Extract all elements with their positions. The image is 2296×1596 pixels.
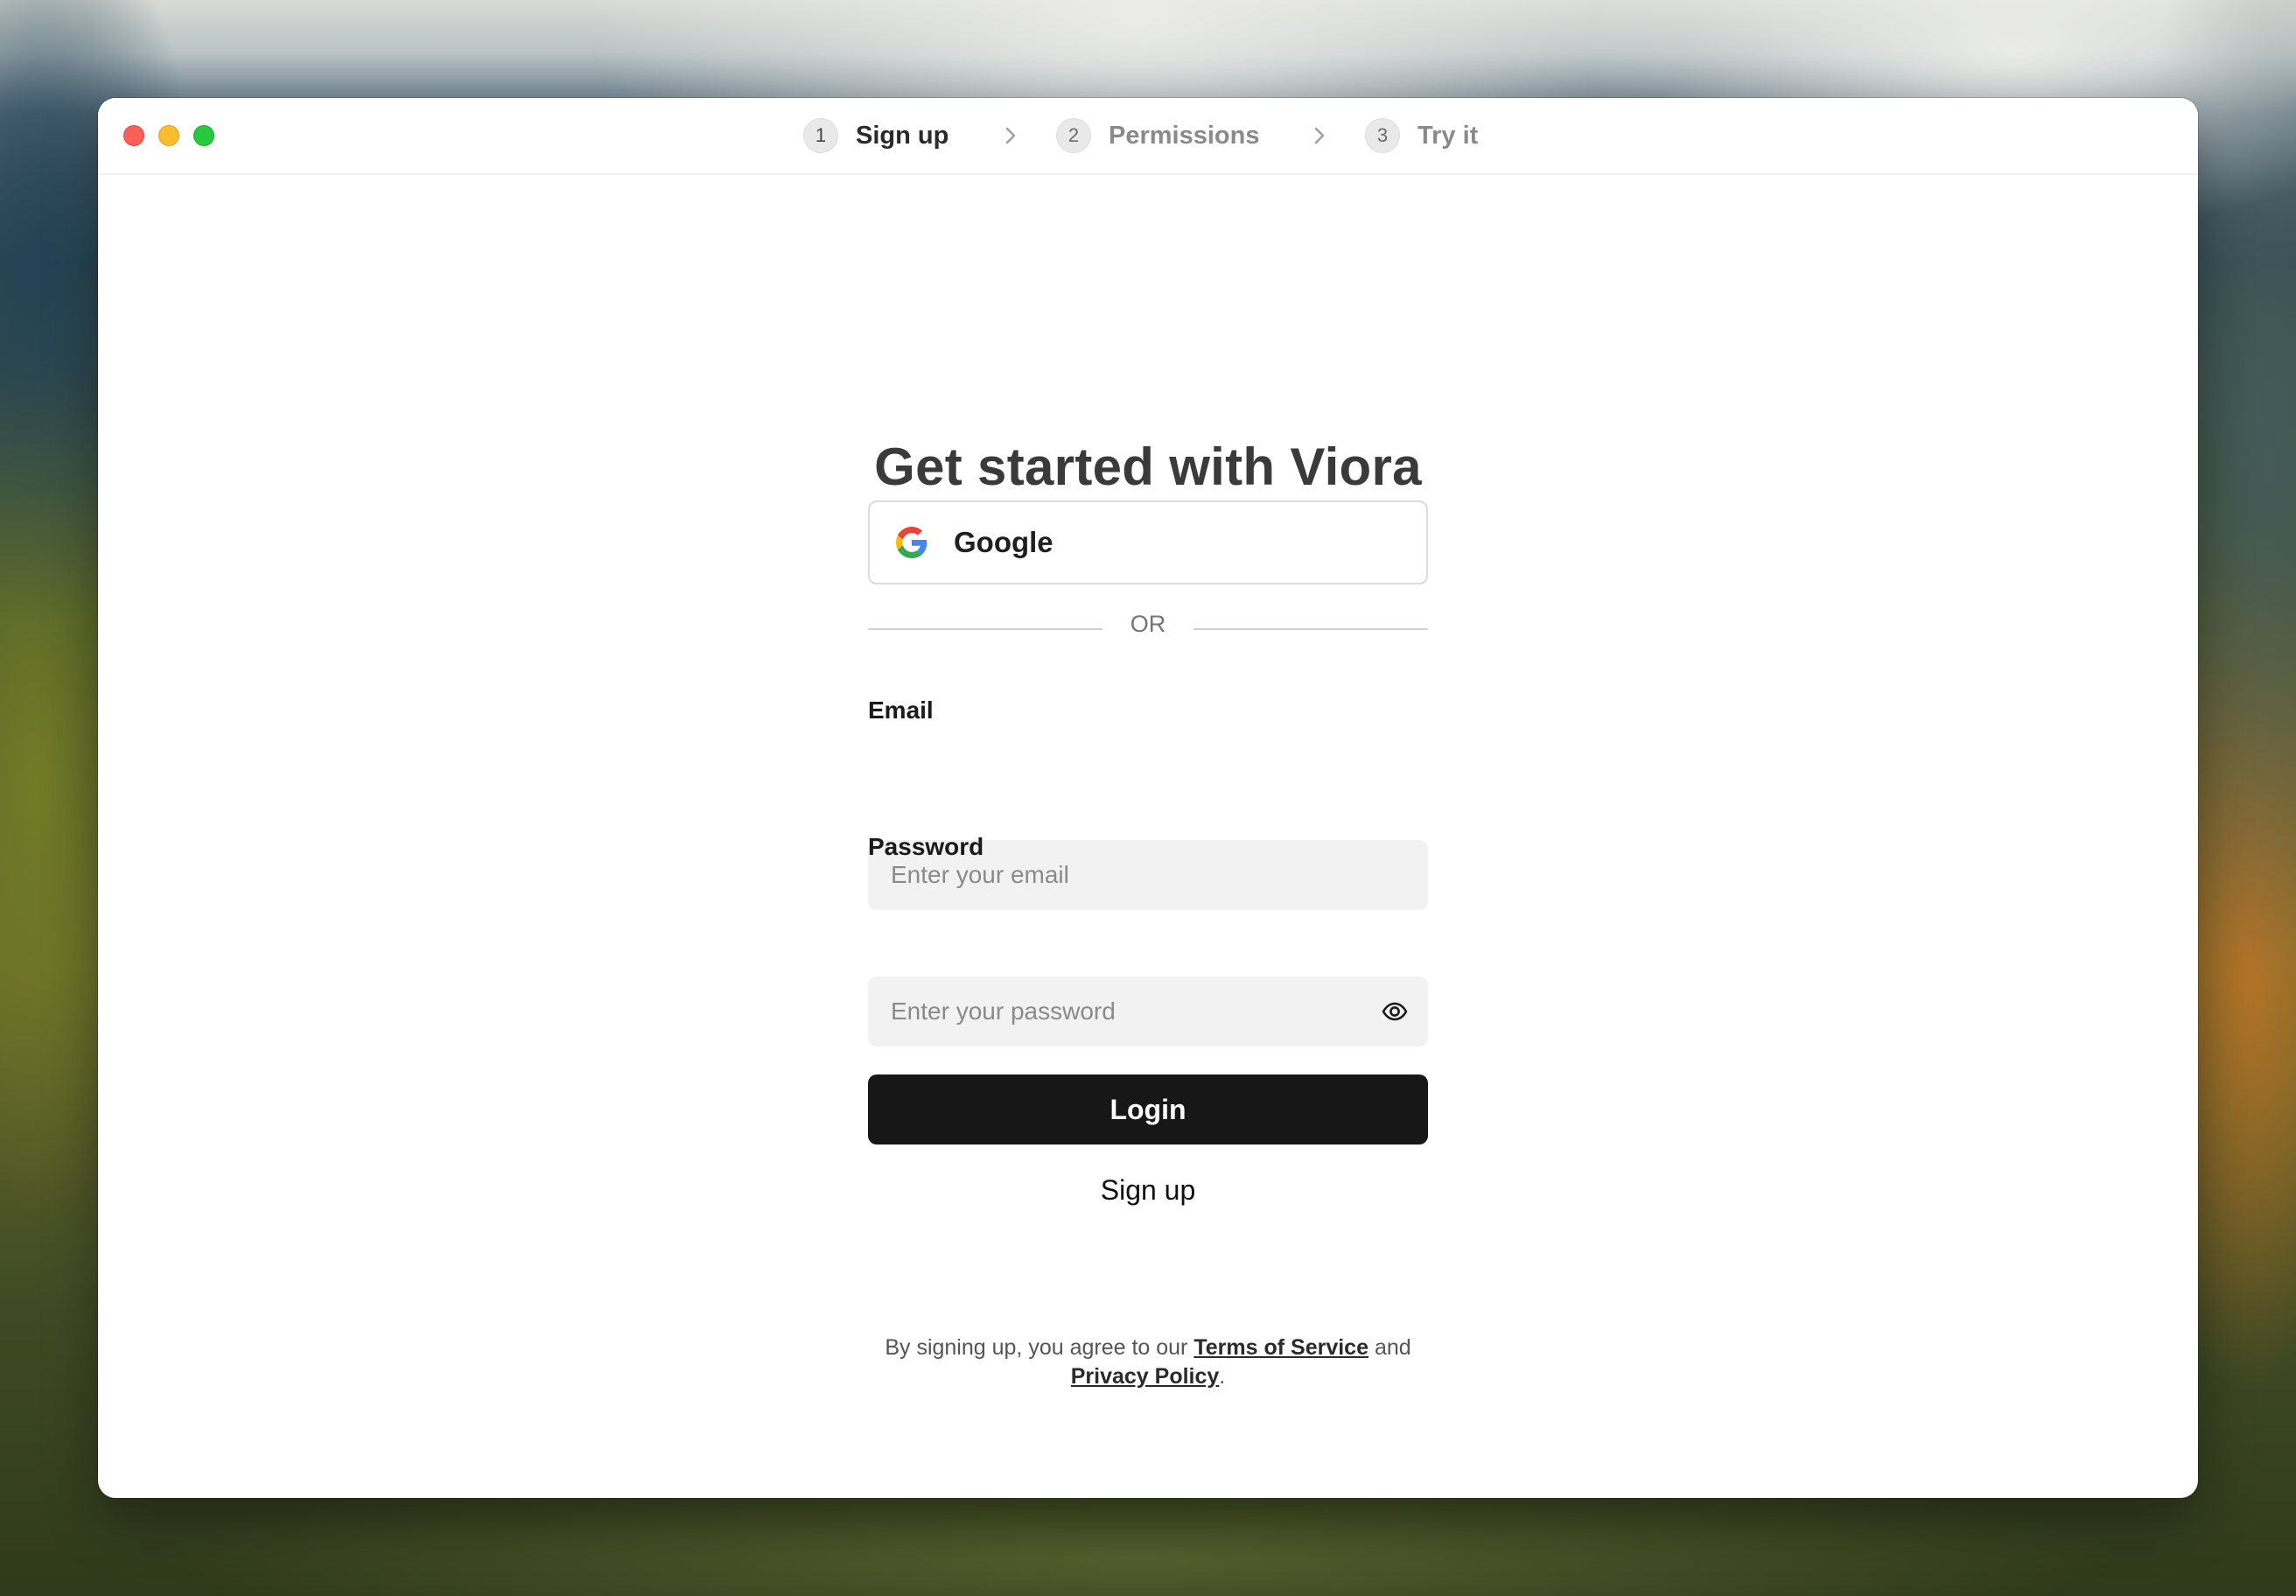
privacy-policy-link[interactable]: Privacy Policy	[1071, 1364, 1220, 1389]
legal-notice: By signing up, you agree to our Terms of…	[868, 1334, 1428, 1391]
page-title: Get started with Viora	[874, 438, 1422, 496]
legal-conjunction: and	[1374, 1335, 1411, 1360]
eye-icon	[1382, 1002, 1408, 1021]
email-label: Email	[868, 696, 934, 724]
step-label: Permissions	[1109, 121, 1260, 150]
legal-suffix: .	[1219, 1364, 1226, 1389]
google-button-label: Google	[954, 526, 1054, 558]
step-label: Sign up	[856, 121, 949, 150]
onboarding-stepper: 1 Sign up 2 Permissions 3 Try it	[98, 117, 2198, 154]
password-field[interactable]	[868, 976, 1428, 1046]
step-number: 3	[1365, 118, 1400, 153]
google-icon	[896, 527, 928, 558]
chevron-right-icon	[1005, 127, 1016, 144]
step-permissions: 2 Permissions	[1056, 117, 1259, 154]
step-number: 2	[1056, 118, 1091, 153]
step-sign-up: 1 Sign up	[803, 117, 948, 154]
app-window: 1 Sign up 2 Permissions 3 Try it Get sta…	[98, 98, 2198, 1498]
sign-up-button[interactable]: Sign up	[868, 1164, 1428, 1216]
step-label: Try it	[1418, 121, 1479, 150]
step-number: 1	[803, 118, 838, 153]
legal-prefix: By signing up, you agree to our	[885, 1335, 1188, 1360]
or-divider: OR	[868, 609, 1428, 648]
signup-form: Get started with Viora Google OR Email P…	[98, 173, 2198, 1498]
google-sign-in-button[interactable]: Google	[868, 500, 1428, 584]
divider-text: OR	[1130, 611, 1166, 637]
login-button[interactable]: Login	[868, 1074, 1428, 1144]
title-bar: 1 Sign up 2 Permissions 3 Try it	[98, 98, 2198, 175]
password-label: Password	[868, 833, 984, 860]
step-try-it: 3 Try it	[1365, 117, 1478, 154]
show-password-toggle[interactable]	[1377, 994, 1412, 1029]
terms-of-service-link[interactable]: Terms of Service	[1194, 1335, 1368, 1360]
divider-line	[1194, 628, 1428, 630]
divider-line	[868, 628, 1102, 630]
chevron-right-icon	[1314, 127, 1325, 144]
